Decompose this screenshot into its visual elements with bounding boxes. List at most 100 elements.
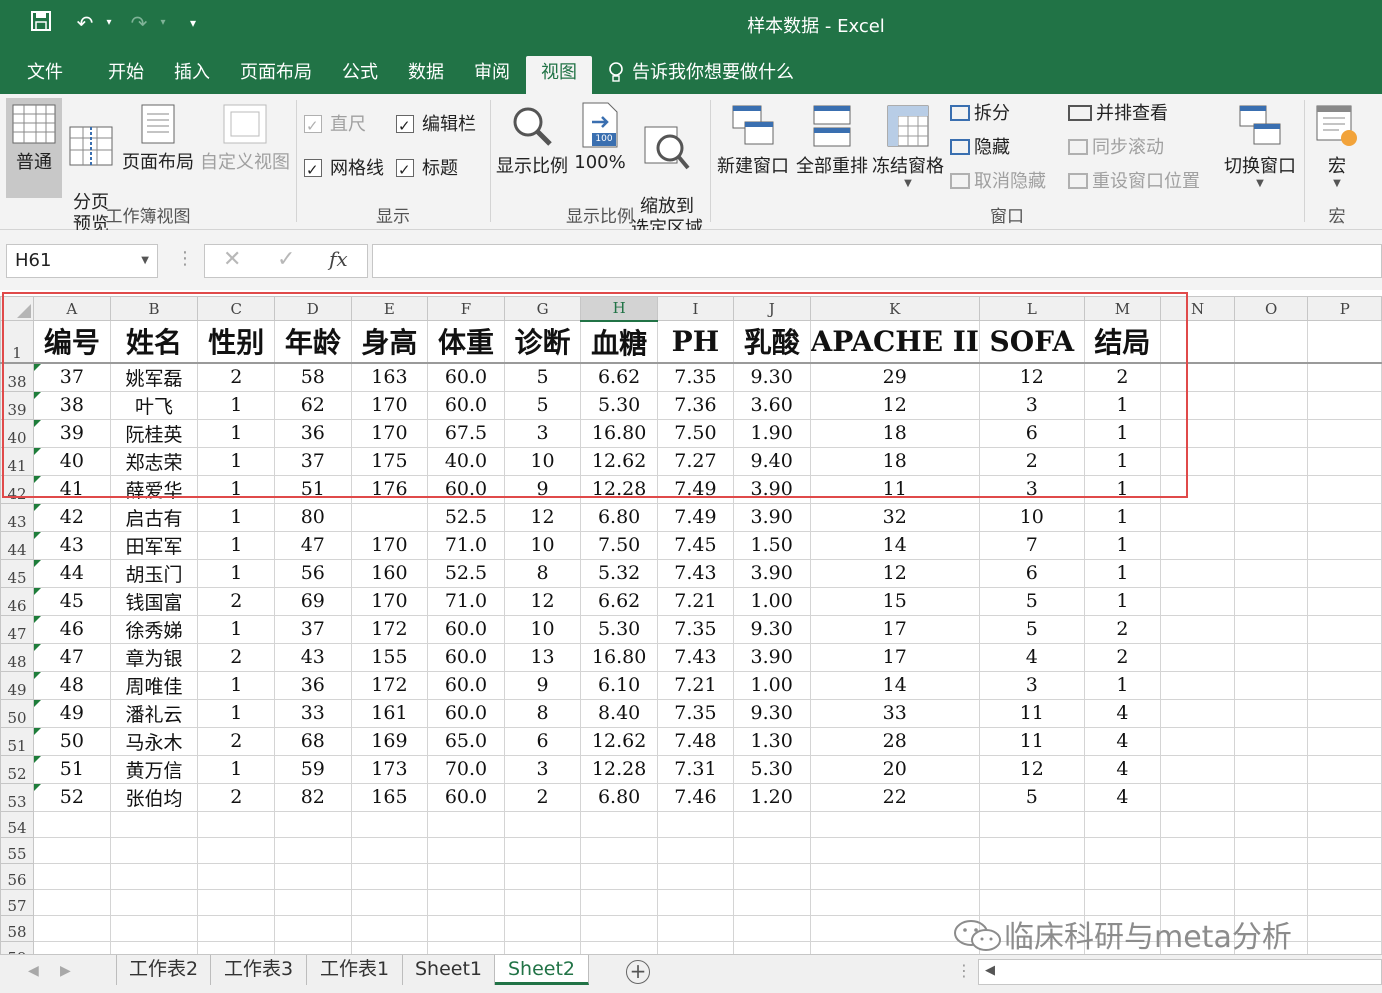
cell[interactable] (1160, 586, 1235, 616)
cell[interactable]: 12 (979, 362, 1085, 392)
zoom-button[interactable]: 显示比例 (494, 98, 570, 198)
custom-view-button[interactable]: 自定义视图 (198, 98, 292, 198)
cell[interactable] (274, 836, 352, 864)
cell[interactable]: 4 (1083, 782, 1162, 812)
cell[interactable] (580, 888, 658, 916)
cell[interactable]: 7 (979, 530, 1085, 560)
cell[interactable] (274, 810, 352, 838)
cell[interactable]: 9 (503, 670, 582, 700)
row-header[interactable]: 42 (0, 474, 35, 504)
cell[interactable]: 5.32 (580, 558, 658, 588)
cell[interactable] (1233, 862, 1309, 890)
gridlines-checkbox[interactable]: ✓ 网格线 (304, 156, 384, 182)
cell[interactable] (1307, 888, 1382, 916)
cell[interactable] (1307, 586, 1382, 616)
cell[interactable]: 5 (979, 614, 1085, 644)
page-layout-view-button[interactable]: 页面布局 (120, 98, 196, 198)
cell[interactable]: 7.49 (656, 474, 734, 504)
sync-scroll-button[interactable]: 同步滚动 (1068, 134, 1164, 162)
cell[interactable]: 10 (503, 446, 582, 476)
cell[interactable] (1307, 502, 1382, 532)
cell[interactable]: 1 (1083, 530, 1162, 560)
cell[interactable]: 1 (1083, 446, 1162, 476)
cell[interactable]: 3.90 (732, 474, 811, 504)
cell[interactable] (580, 836, 658, 864)
cell[interactable] (580, 940, 658, 954)
cell[interactable] (427, 810, 505, 838)
cell[interactable] (109, 836, 199, 864)
cell[interactable]: 60.0 (427, 670, 505, 700)
cell[interactable] (1160, 836, 1235, 864)
cell[interactable]: 60.0 (427, 614, 505, 644)
column-header-o[interactable]: O (1233, 296, 1309, 321)
row-header[interactable]: 41 (0, 446, 35, 476)
cell[interactable]: 6.10 (580, 670, 658, 700)
cell[interactable]: 1 (197, 390, 276, 420)
cell[interactable]: 40 (33, 446, 111, 476)
arrange-all-button[interactable]: 全部重排 (794, 98, 870, 198)
cell[interactable]: 1 (197, 502, 276, 532)
cell[interactable]: 51 (274, 474, 352, 504)
enter-icon[interactable]: ✓ (277, 247, 295, 272)
cell[interactable]: 9 (503, 474, 582, 504)
cell[interactable]: 12 (809, 558, 980, 588)
cell[interactable]: 165 (350, 782, 429, 812)
cell[interactable] (656, 914, 734, 942)
cell[interactable] (732, 810, 811, 838)
cell[interactable]: 11 (979, 698, 1085, 728)
cell[interactable] (1233, 502, 1309, 532)
header-cell[interactable]: APACHE II (809, 320, 980, 364)
cell[interactable]: 67.5 (427, 418, 505, 448)
cell[interactable]: 郑志荣 (109, 446, 199, 476)
new-window-button[interactable]: 新建窗口 (714, 98, 792, 198)
cell[interactable]: 9.30 (732, 614, 811, 644)
column-header-j[interactable]: J (732, 296, 811, 321)
cell[interactable] (1307, 914, 1382, 942)
cell[interactable]: 3 (503, 418, 582, 448)
header-cell[interactable]: 姓名 (109, 320, 199, 364)
hide-button[interactable]: 隐藏 (950, 134, 1010, 162)
tab-formulas[interactable]: 公式 (332, 56, 388, 94)
cell[interactable]: 12 (979, 754, 1085, 784)
cell[interactable]: 60.0 (427, 390, 505, 420)
split-button[interactable]: 拆分 (950, 100, 1010, 128)
cell[interactable] (197, 810, 276, 838)
cell[interactable] (197, 940, 276, 954)
cell[interactable]: 161 (350, 698, 429, 728)
cell[interactable] (197, 836, 276, 864)
row-header[interactable]: 49 (0, 670, 35, 700)
row-header[interactable]: 54 (0, 810, 35, 838)
cell[interactable]: 10 (503, 614, 582, 644)
cell[interactable] (1233, 754, 1309, 784)
cell[interactable]: 16.80 (580, 642, 658, 672)
page-break-preview-button[interactable]: 分页 预览 (66, 98, 116, 235)
cell[interactable] (109, 914, 199, 942)
cell[interactable]: 22 (809, 782, 980, 812)
select-all-corner[interactable] (0, 296, 35, 321)
resize-handle-icon[interactable]: ⋮ (956, 961, 972, 980)
cell[interactable]: 1 (1083, 418, 1162, 448)
cell[interactable]: 薛爱华 (109, 474, 199, 504)
cell[interactable] (1307, 782, 1382, 812)
cell[interactable]: 5 (979, 586, 1085, 616)
spreadsheet-grid[interactable]: ABCDEFGHIJKLMNOP 1 编号 姓名 性别 年龄 身高 体重 诊断 血糖 PH 乳酸 AP… (0, 296, 1382, 954)
cell[interactable]: 45 (33, 586, 111, 616)
cell[interactable]: 62 (274, 390, 352, 420)
cell[interactable] (274, 888, 352, 916)
row-header[interactable]: 53 (0, 782, 35, 812)
cell[interactable] (1307, 418, 1382, 448)
tab-page-layout[interactable]: 页面布局 (232, 56, 320, 94)
horizontal-scrollbar[interactable]: ◀ (978, 959, 1382, 985)
cell[interactable]: 69 (274, 586, 352, 616)
header-cell[interactable] (1307, 320, 1382, 364)
cell[interactable] (1307, 642, 1382, 672)
header-cell[interactable]: SOFA (979, 320, 1085, 364)
cell[interactable]: 37 (274, 446, 352, 476)
cell[interactable] (1307, 940, 1382, 954)
cell[interactable]: 18 (809, 418, 980, 448)
row-header[interactable]: 1 (0, 320, 35, 364)
sheet-tab-active[interactable]: Sheet2 (495, 955, 589, 985)
sheet-tab[interactable]: 工作表3 (211, 955, 307, 985)
cell[interactable] (427, 940, 505, 954)
cell[interactable] (1233, 530, 1309, 560)
